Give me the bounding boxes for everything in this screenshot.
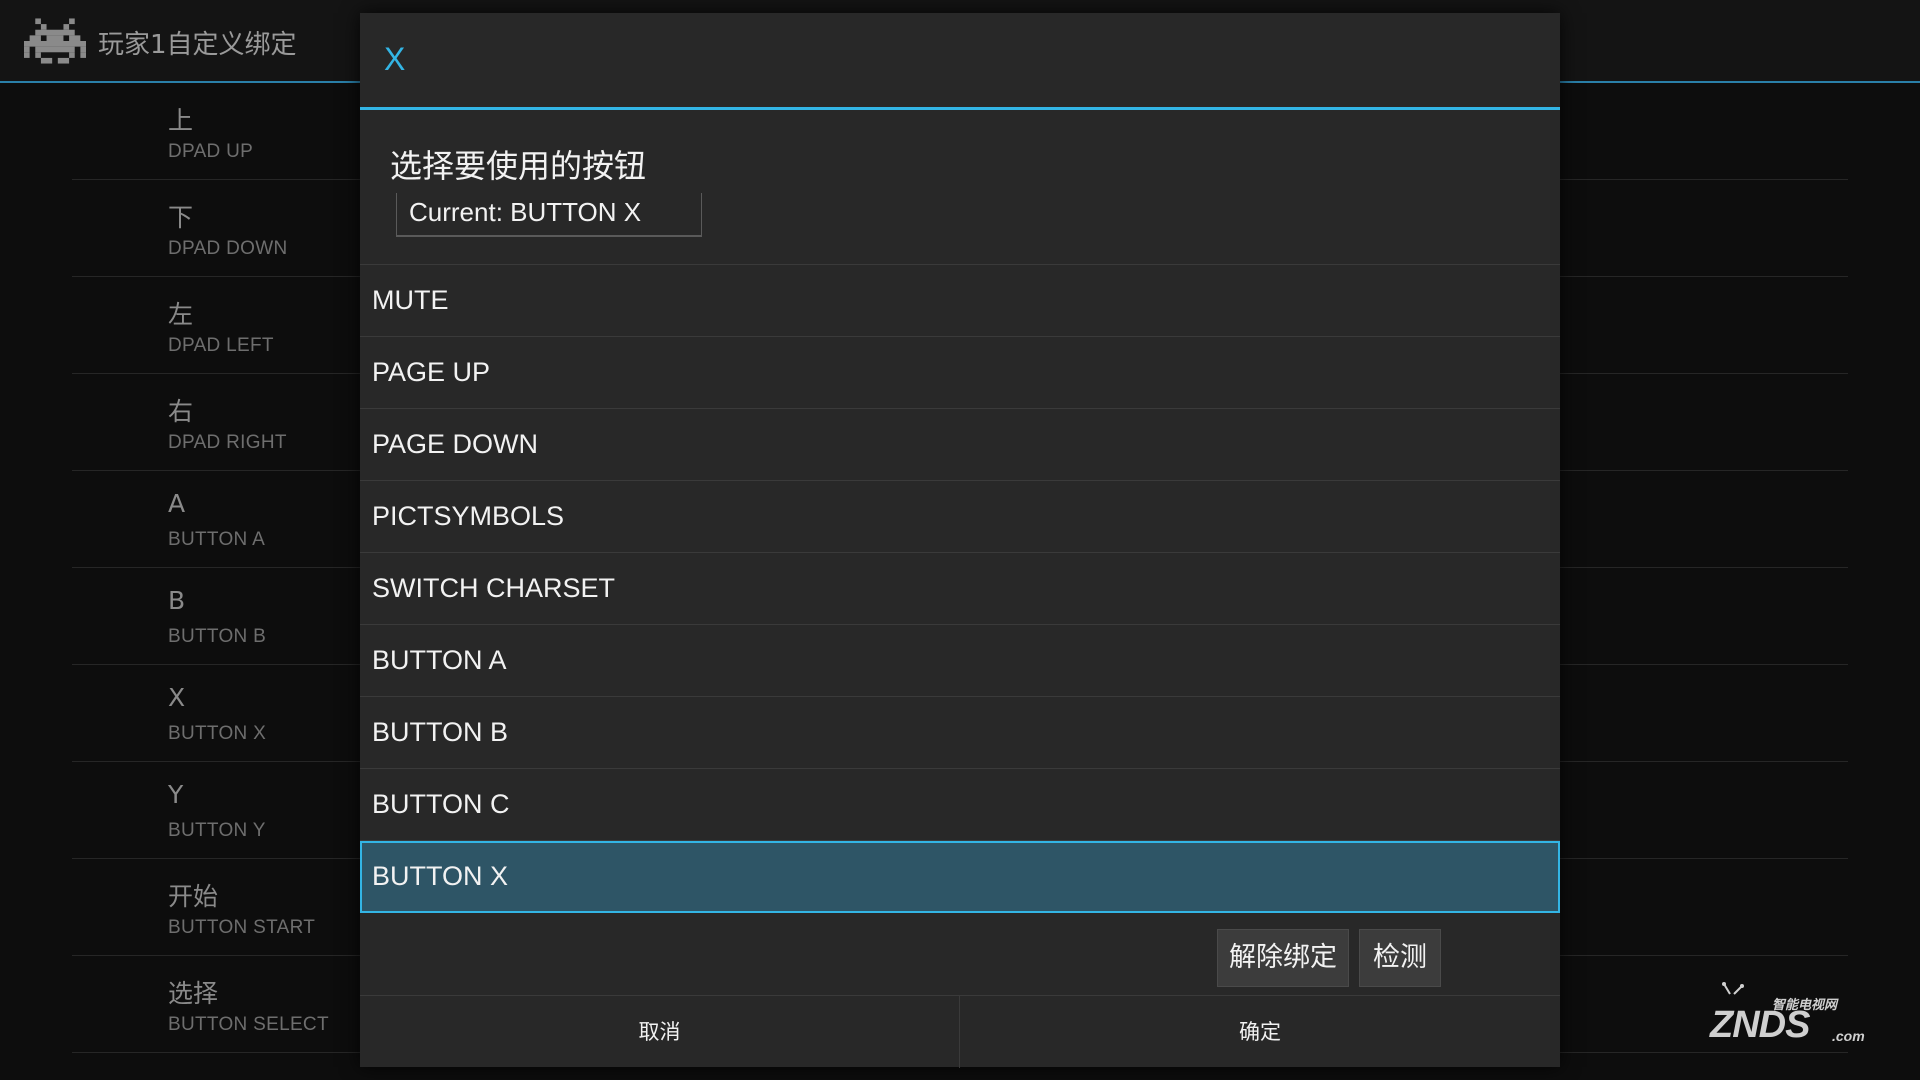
current-binding-text: Current: BUTTON X: [409, 197, 642, 227]
option-label: BUTTON A: [372, 645, 507, 675]
binding-key: BUTTON X: [168, 723, 267, 744]
binding-key: DPAD LEFT: [168, 335, 274, 356]
dialog-title: X: [384, 41, 406, 77]
button-select-dialog: X 选择要使用的按钮 Current: BUTTON X MUTE PAGE UP…: [360, 13, 1560, 1068]
watermark-main-text: ZNDS: [1710, 1004, 1810, 1046]
binding-key: BUTTON SELECT: [168, 1014, 329, 1035]
binding-key: DPAD DOWN: [168, 238, 288, 259]
option-item[interactable]: SWITCH CHARSET: [360, 553, 1560, 625]
binding-key: BUTTON A: [168, 529, 266, 550]
binding-name: B: [168, 586, 186, 615]
binding-name: 开始: [168, 882, 219, 911]
binding-key: BUTTON B: [168, 626, 267, 647]
znds-watermark: 智能电视网 ZNDS .com: [1706, 980, 1876, 1050]
binding-name: 左: [168, 300, 194, 329]
binding-name: A: [168, 489, 186, 518]
option-item[interactable]: BUTTON A: [360, 625, 1560, 697]
binding-key: DPAD UP: [168, 141, 254, 162]
option-label: PAGE UP: [372, 357, 491, 387]
option-list: MUTE PAGE UP PAGE DOWN PICTSYMBOLS SWITCH CH…: [360, 264, 1560, 913]
binding-key: BUTTON START: [168, 917, 316, 938]
dialog-footer: 取消 确定: [360, 995, 1560, 1068]
binding-name: X: [168, 683, 186, 712]
option-label: MUTE: [372, 285, 449, 315]
binding-name: 下: [168, 203, 194, 232]
space-invader-icon[interactable]: [24, 16, 86, 66]
dialog-message: 选择要使用的按钮: [390, 147, 647, 185]
detect-button[interactable]: 检测: [1359, 929, 1441, 987]
ok-button[interactable]: 确定: [960, 996, 1560, 1068]
option-item[interactable]: PICTSYMBOLS: [360, 481, 1560, 553]
option-label: BUTTON C: [372, 789, 510, 819]
watermark-suffix-text: .com: [1832, 1028, 1865, 1044]
unbind-button[interactable]: 解除绑定: [1217, 929, 1349, 987]
option-item[interactable]: MUTE: [360, 265, 1560, 337]
cancel-button[interactable]: 取消: [360, 996, 960, 1068]
option-label: SWITCH CHARSET: [372, 573, 615, 603]
binding-name: 上: [168, 106, 194, 135]
option-item[interactable]: PAGE UP: [360, 337, 1560, 409]
binding-name: Y: [168, 780, 184, 809]
option-item[interactable]: PAGE DOWN: [360, 409, 1560, 481]
option-item[interactable]: BUTTON B: [360, 697, 1560, 769]
option-item[interactable]: BUTTON C: [360, 769, 1560, 841]
option-label: BUTTON B: [372, 717, 509, 747]
binding-key: BUTTON Y: [168, 820, 266, 841]
page-title: 玩家1自定义绑定: [98, 30, 297, 60]
title-divider: [360, 107, 1560, 110]
option-label: PICTSYMBOLS: [372, 501, 565, 531]
option-label: BUTTON X: [372, 861, 509, 891]
option-label: PAGE DOWN: [372, 429, 539, 459]
binding-name: 右: [168, 397, 194, 426]
binding-name: 选择: [168, 979, 219, 1008]
option-item-selected[interactable]: BUTTON X: [360, 841, 1560, 913]
current-binding-field: Current: BUTTON X: [396, 193, 702, 237]
binding-key: DPAD RIGHT: [168, 432, 287, 453]
